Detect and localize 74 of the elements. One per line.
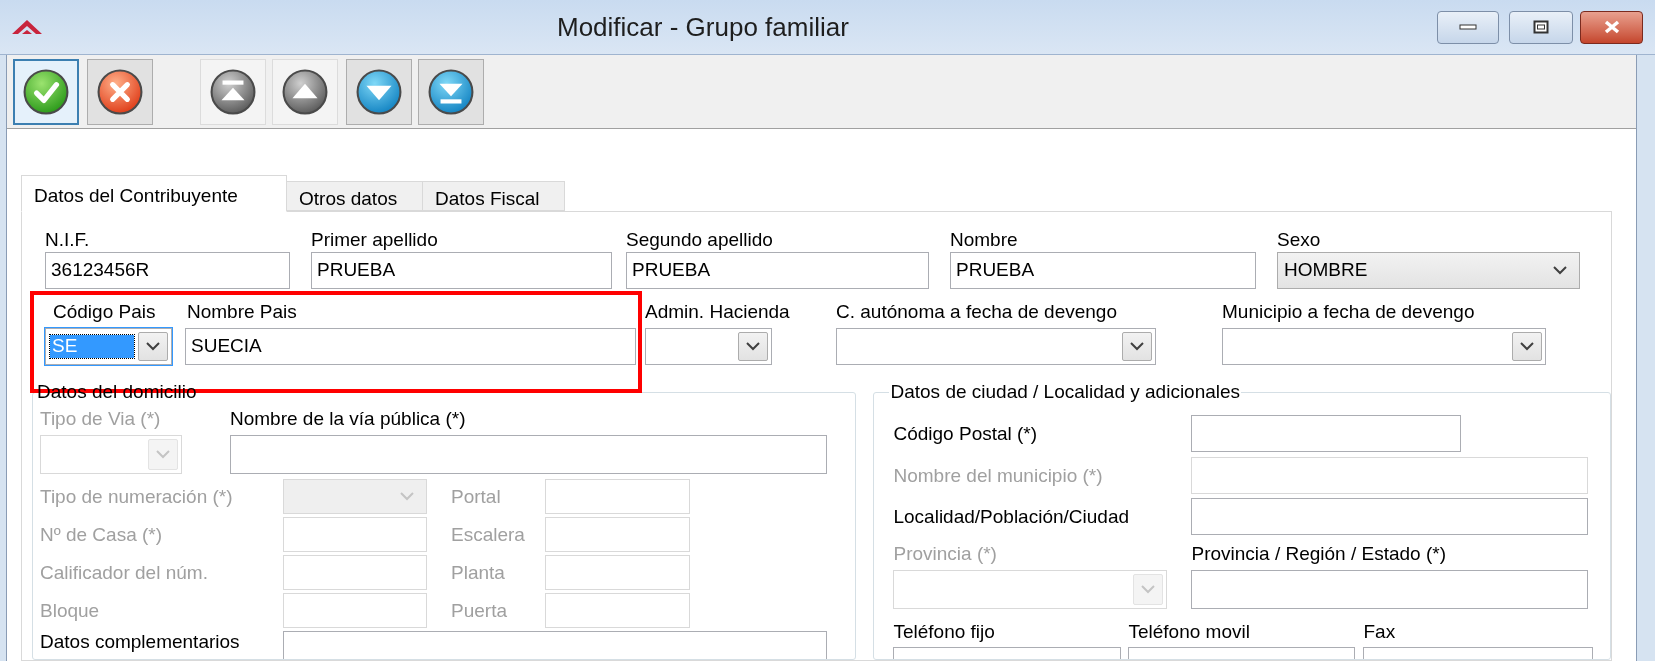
field-label: Segundo apellido bbox=[626, 229, 773, 251]
text-field[interactable] bbox=[1191, 415, 1462, 452]
field-label: Nombre de la vía pública (*) bbox=[230, 408, 466, 430]
chevron-down-icon bbox=[1141, 585, 1156, 594]
field-label: Nombre Pais bbox=[186, 301, 297, 323]
text-field[interactable] bbox=[230, 435, 827, 474]
field-label: Código Pais bbox=[52, 301, 156, 323]
arrow-up-icon bbox=[282, 69, 328, 115]
chevron-down-icon bbox=[156, 450, 170, 459]
field-label: N.I.F. bbox=[45, 229, 90, 251]
dropdown-button[interactable] bbox=[1122, 332, 1152, 361]
field-label: Localidad/Población/Ciudad bbox=[893, 505, 1131, 528]
field-label: Municipio a fecha de devengo bbox=[1222, 301, 1475, 323]
minimize-button[interactable] bbox=[1437, 10, 1499, 44]
tab[interactable]: Datos del Contribuyente bbox=[21, 175, 287, 212]
restore-icon bbox=[1533, 20, 1549, 34]
chevron-down-icon bbox=[1553, 266, 1567, 275]
dropdown-button[interactable] bbox=[138, 332, 168, 361]
chevron-down-icon bbox=[1520, 342, 1534, 351]
dropdown-button[interactable] bbox=[738, 332, 768, 361]
text-field[interactable] bbox=[283, 631, 827, 659]
arrow-up-bar-icon bbox=[210, 69, 256, 115]
minimize-icon bbox=[1459, 24, 1477, 30]
field-label: Nº de Casa (*) bbox=[40, 523, 164, 546]
text-field[interactable]: PRUEBA bbox=[311, 252, 612, 289]
field-label: Datos complementarios bbox=[40, 631, 241, 653]
field-label: C. autónoma a fecha de devengo bbox=[836, 301, 1117, 323]
field-label: Primer apellido bbox=[311, 229, 438, 251]
field-label: Calificador del núm. bbox=[40, 561, 209, 584]
field-label: Tipo de Via (*) bbox=[40, 408, 161, 430]
check-icon bbox=[23, 69, 69, 115]
text-field[interactable]: SUECIA bbox=[185, 328, 636, 365]
field-label: Teléfono fijo bbox=[893, 621, 995, 643]
dropdown[interactable]: HOMBRE bbox=[1277, 252, 1580, 289]
next-button[interactable] bbox=[346, 59, 412, 125]
field-label: Provincia / Región / Estado (*) bbox=[1191, 543, 1446, 565]
field-label: Teléfono movil bbox=[1128, 621, 1250, 643]
group-title: Datos de ciudad / Localidad y adicionales bbox=[889, 382, 1242, 403]
chevron-down-icon bbox=[746, 342, 760, 351]
tab[interactable]: Otros datos bbox=[286, 181, 423, 211]
field-label: Nombre bbox=[950, 229, 1018, 251]
text-field[interactable] bbox=[1191, 498, 1589, 535]
arrow-down-bar-icon bbox=[428, 69, 474, 115]
field-label: Puerta bbox=[451, 599, 508, 622]
last-button[interactable] bbox=[418, 59, 484, 125]
field-label: Escalera bbox=[451, 523, 526, 546]
window-title: Modificar - Grupo familiar bbox=[557, 12, 849, 42]
tab[interactable]: Datos Fiscal bbox=[422, 181, 565, 211]
field-label: Bloque bbox=[40, 599, 101, 622]
chevron-down-icon bbox=[146, 342, 160, 351]
field-label: Provincia (*) bbox=[893, 543, 997, 565]
close-button[interactable] bbox=[1580, 10, 1643, 44]
text-field[interactable]: PRUEBA bbox=[950, 252, 1256, 289]
field-label: Planta bbox=[451, 561, 506, 584]
close-icon bbox=[1602, 20, 1621, 34]
dropdown-button[interactable] bbox=[1512, 332, 1542, 361]
field-label: Nombre del municipio (*) bbox=[893, 464, 1104, 487]
chevron-down-icon bbox=[400, 492, 414, 501]
field-label: Código Postal (*) bbox=[893, 422, 1039, 445]
field-label: Fax bbox=[1363, 621, 1396, 643]
field-label: Portal bbox=[451, 485, 502, 508]
maximize-button[interactable] bbox=[1509, 10, 1573, 44]
accept-button[interactable] bbox=[13, 59, 79, 125]
field-label: Admin. Hacienda bbox=[645, 301, 790, 323]
text-field[interactable]: PRUEBA bbox=[626, 252, 929, 289]
x-circle-icon bbox=[97, 69, 143, 115]
field-label: Tipo de numeración (*) bbox=[40, 485, 234, 508]
chevron-down-icon bbox=[1130, 342, 1144, 351]
selected-text: SE bbox=[50, 335, 134, 358]
cancel-button[interactable] bbox=[87, 59, 153, 125]
text-field[interactable]: 36123456R bbox=[45, 252, 290, 289]
arrow-down-icon bbox=[356, 69, 402, 115]
field-label: Sexo bbox=[1277, 229, 1321, 251]
text-field[interactable] bbox=[1191, 570, 1589, 609]
